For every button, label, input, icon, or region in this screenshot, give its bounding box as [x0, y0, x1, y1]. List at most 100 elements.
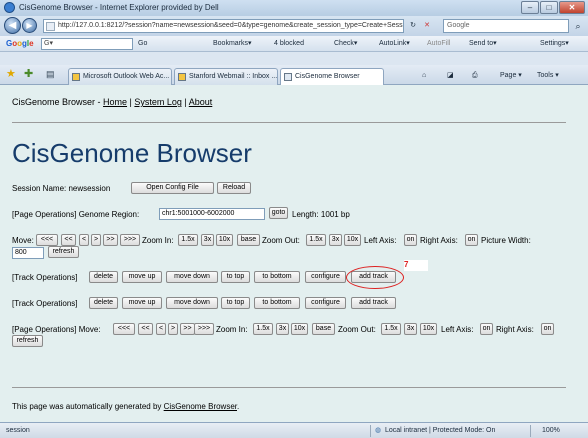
- move-mid-left-button[interactable]: <<: [138, 323, 153, 335]
- zoom-out-10x-button[interactable]: 10x: [420, 323, 437, 335]
- refresh-button[interactable]: refresh: [12, 335, 43, 347]
- zoom-base-button[interactable]: base: [312, 323, 335, 335]
- zoom-out-1-5x-button[interactable]: 1.5x: [306, 234, 326, 246]
- move-down-button[interactable]: move down: [166, 271, 218, 283]
- delete-track-button[interactable]: delete: [89, 271, 118, 283]
- zoom-out-3x-button[interactable]: 3x: [329, 234, 342, 246]
- status-separator: [370, 425, 371, 437]
- about-link[interactable]: About: [189, 97, 213, 107]
- right-axis-label: Right Axis:: [420, 236, 458, 245]
- refresh-button[interactable]: refresh: [48, 246, 79, 258]
- stop-icon[interactable]: ✕: [422, 20, 432, 32]
- genome-region-input[interactable]: chr1:5001000-6002000: [159, 208, 265, 220]
- picture-width-input[interactable]: 800: [12, 247, 44, 259]
- move-left-button[interactable]: <: [156, 323, 166, 335]
- to-top-button[interactable]: to top: [221, 297, 250, 309]
- forward-button[interactable]: ▶: [22, 18, 37, 33]
- tools-menu[interactable]: Tools ▾: [537, 70, 559, 81]
- zoom-out-3x-button[interactable]: 3x: [404, 323, 417, 335]
- minimize-button[interactable]: –: [521, 1, 539, 14]
- home-icon[interactable]: ⌂: [422, 70, 426, 81]
- feeds-icon[interactable]: ◪: [447, 70, 454, 81]
- annotation-number: 7: [404, 260, 409, 269]
- right-axis-toggle[interactable]: on: [465, 234, 478, 246]
- tab-cisgenome-browser[interactable]: CisGenome Browser: [280, 68, 384, 85]
- tab-list-icon[interactable]: ▤: [46, 68, 55, 81]
- move-right-button[interactable]: >: [91, 234, 101, 246]
- add-track-button[interactable]: add track: [351, 297, 396, 309]
- search-icon[interactable]: ⌕: [571, 19, 585, 33]
- goto-button[interactable]: goto: [269, 207, 288, 219]
- reload-button[interactable]: Reload: [217, 182, 251, 194]
- popup-blocked-indicator[interactable]: 4 blocked: [274, 38, 304, 50]
- right-axis-label: Right Axis:: [496, 325, 534, 334]
- move-far-right-button[interactable]: >>>: [194, 323, 214, 335]
- left-axis-toggle[interactable]: on: [480, 323, 493, 335]
- move-up-button[interactable]: move up: [122, 297, 162, 309]
- move-mid-right-button[interactable]: >>: [180, 323, 195, 335]
- zoom-out-label: Zoom Out:: [338, 325, 376, 334]
- zoom-out-label: Zoom Out:: [262, 236, 300, 245]
- refresh-icon[interactable]: ↻: [408, 20, 418, 32]
- zoom-in-10x-button[interactable]: 10x: [216, 234, 233, 246]
- move-down-button[interactable]: move down: [166, 297, 218, 309]
- url-field[interactable]: http://127.0.0.1:8212/?session?name=news…: [43, 19, 404, 33]
- security-zone[interactable]: Local intranet | Protected Mode: On: [385, 426, 495, 436]
- search-input[interactable]: Google: [443, 19, 569, 33]
- move-right-button[interactable]: >: [168, 323, 178, 335]
- address-bar: ◀ ▶ http://127.0.0.1:8212/?session?name=…: [0, 16, 588, 36]
- move-far-right-button[interactable]: >>>: [120, 234, 140, 246]
- print-icon[interactable]: ⎙: [472, 70, 478, 81]
- move-far-left-button[interactable]: <<<: [113, 323, 135, 335]
- add-favorites-icon[interactable]: ✚: [24, 68, 33, 81]
- open-config-file-button[interactable]: Open Config File: [131, 182, 214, 194]
- system-log-link[interactable]: System Log: [134, 97, 182, 107]
- check-menu[interactable]: Check▾: [334, 38, 357, 50]
- page-title: CisGenome Browser: [12, 138, 252, 168]
- settings-menu[interactable]: Settings▾: [540, 38, 569, 50]
- zoom-base-button[interactable]: base: [237, 234, 260, 246]
- delete-track-button[interactable]: delete: [89, 297, 118, 309]
- configure-button[interactable]: configure: [305, 271, 346, 283]
- maximize-button[interactable]: □: [540, 1, 558, 14]
- zoom-in-3x-button[interactable]: 3x: [201, 234, 214, 246]
- tab-favicon-icon: [178, 73, 186, 81]
- google-go-button[interactable]: Go: [138, 38, 147, 50]
- move-far-left-button[interactable]: <<<: [36, 234, 58, 246]
- to-bottom-button[interactable]: to bottom: [254, 271, 300, 283]
- to-top-button[interactable]: to top: [221, 271, 250, 283]
- back-button[interactable]: ◀: [4, 17, 21, 34]
- status-bar: session ◍ Local intranet | Protected Mod…: [0, 422, 588, 438]
- zoom-in-10x-button[interactable]: 10x: [291, 323, 308, 335]
- google-search-input[interactable]: G▾: [41, 38, 133, 50]
- right-axis-toggle[interactable]: on: [541, 323, 554, 335]
- session-name-label: Session Name: newsession: [12, 184, 111, 193]
- tab-stanford-webmail[interactable]: Stanford Webmail :: Inbox ...: [174, 68, 278, 85]
- page-icon: [46, 22, 55, 31]
- annotation-box: 7: [404, 260, 428, 271]
- zoom-in-1-5x-button[interactable]: 1.5x: [178, 234, 198, 246]
- zoom-in-3x-button[interactable]: 3x: [276, 323, 289, 335]
- move-up-button[interactable]: move up: [122, 271, 162, 283]
- favorites-star-icon[interactable]: ★: [6, 68, 16, 81]
- move-mid-right-button[interactable]: >>: [103, 234, 118, 246]
- move-left-button[interactable]: <: [79, 234, 89, 246]
- tab-outlook[interactable]: Microsoft Outlook Web Ac...: [68, 68, 172, 85]
- to-bottom-button[interactable]: to bottom: [254, 297, 300, 309]
- left-axis-toggle[interactable]: on: [404, 234, 417, 246]
- move-mid-left-button[interactable]: <<: [61, 234, 76, 246]
- autofill-button[interactable]: AutoFill: [427, 38, 450, 50]
- send-to-menu[interactable]: Send to▾: [469, 38, 497, 50]
- close-button[interactable]: ✕: [559, 1, 585, 14]
- zoom-out-10x-button[interactable]: 10x: [344, 234, 361, 246]
- configure-button[interactable]: configure: [305, 297, 346, 309]
- zoom-out-1-5x-button[interactable]: 1.5x: [381, 323, 401, 335]
- cisgenome-browser-link[interactable]: CisGenome Browser: [164, 402, 237, 411]
- autolink-menu[interactable]: AutoLink▾: [379, 38, 410, 50]
- page-menu[interactable]: Page ▾: [500, 70, 522, 81]
- home-link[interactable]: Home: [103, 97, 127, 107]
- zoom-in-1-5x-button[interactable]: 1.5x: [253, 323, 273, 335]
- page-content: CisGenome Browser - Home | System Log | …: [0, 85, 588, 422]
- bookmarks-menu[interactable]: Bookmarks▾: [213, 38, 252, 50]
- zoom-level[interactable]: 100%: [542, 426, 560, 436]
